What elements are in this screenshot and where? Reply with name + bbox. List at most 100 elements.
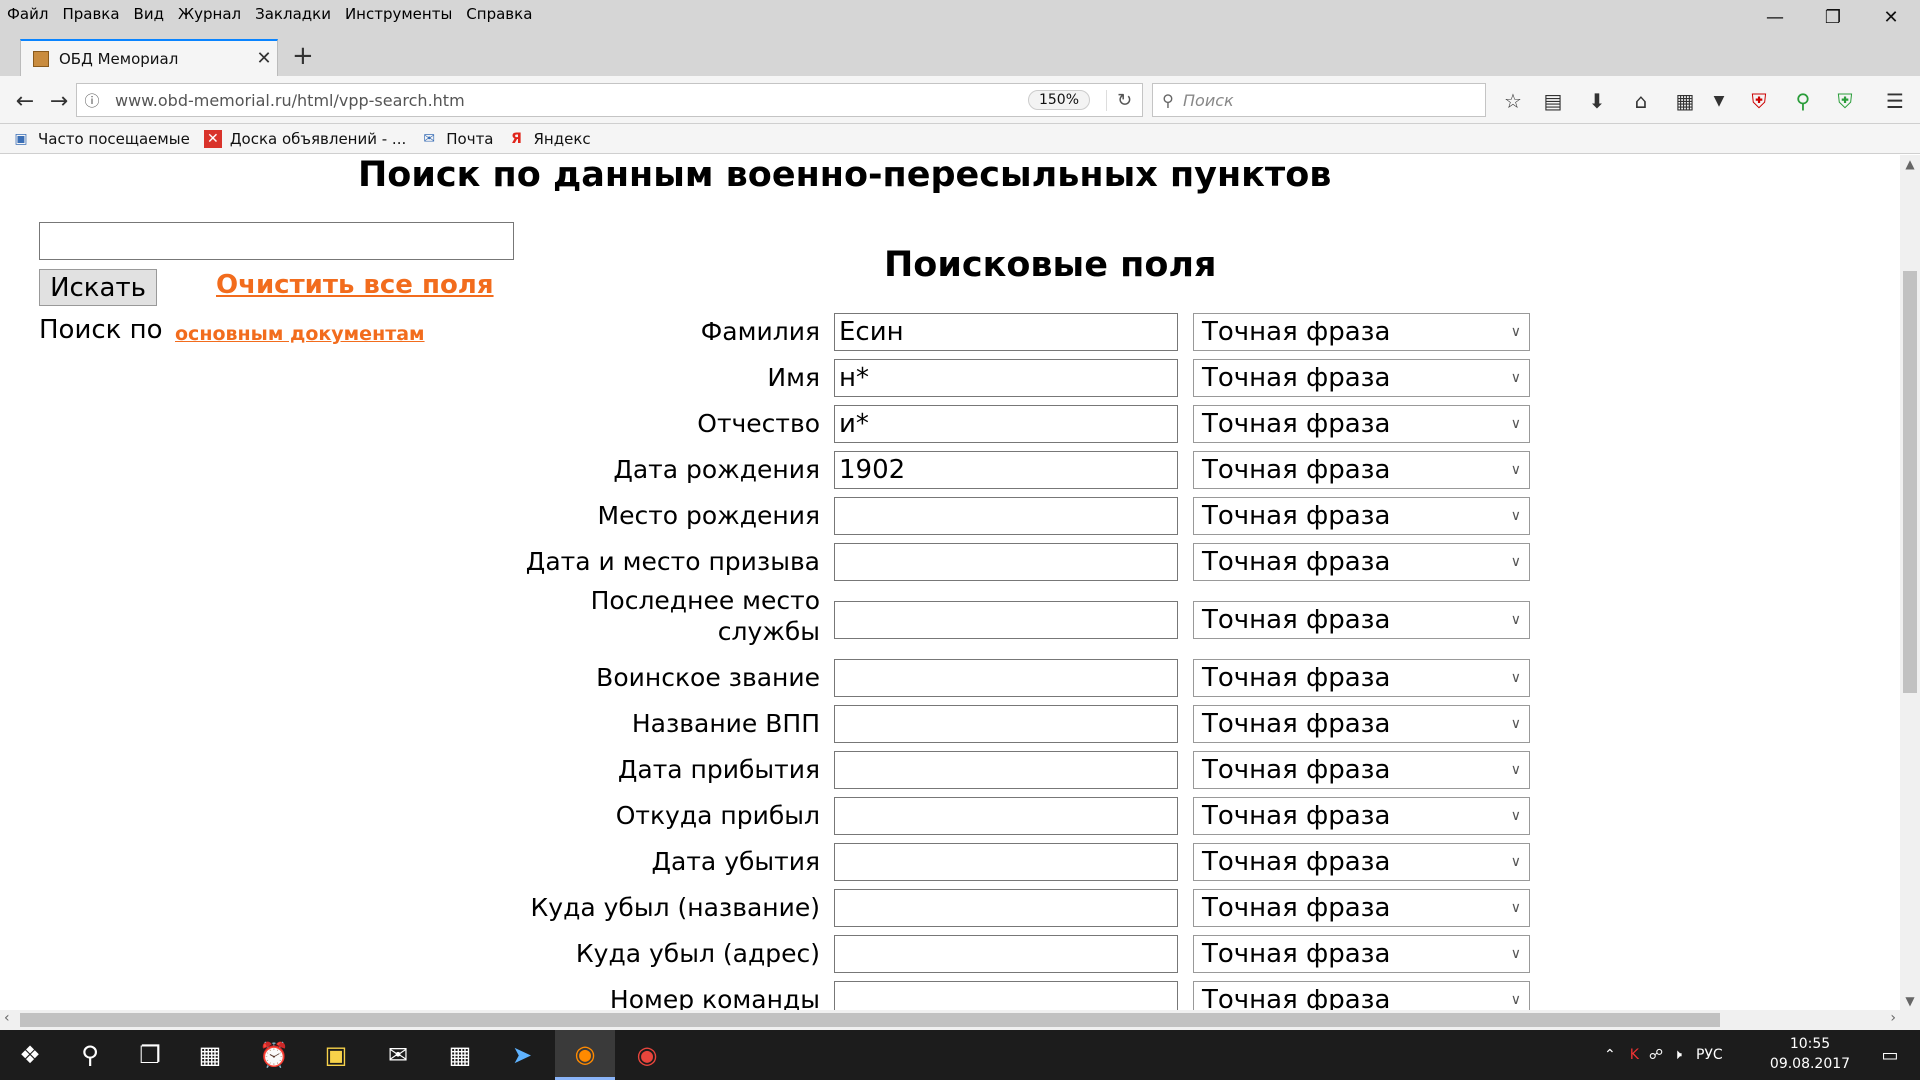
field-input[interactable] xyxy=(834,751,1178,789)
match-mode-select[interactable]: Точная фраза ∨ xyxy=(1193,659,1530,697)
field-input[interactable] xyxy=(834,659,1178,697)
menu-bookmarks[interactable]: Закладки xyxy=(248,5,338,23)
notifications-icon[interactable]: ▭ xyxy=(1860,1030,1920,1080)
field-input[interactable] xyxy=(834,543,1178,581)
menu-help[interactable]: Справка xyxy=(459,5,539,23)
language-indicator[interactable]: РУС xyxy=(1696,1047,1723,1063)
field-input[interactable]: н* xyxy=(834,359,1178,397)
match-mode-select[interactable]: Точная фраза ∨ xyxy=(1193,543,1530,581)
firefox-taskbar-icon[interactable]: ◉ xyxy=(555,1030,615,1080)
volume-icon[interactable]: 🕨 xyxy=(1673,1047,1682,1063)
close-tab-icon[interactable]: ✕ xyxy=(251,48,277,69)
menu-edit[interactable]: Правка xyxy=(55,5,126,23)
page-title: Поиск по данным военно-пересыльных пункт… xyxy=(358,155,1332,195)
sticky-notes-icon[interactable]: ▣ xyxy=(306,1030,366,1080)
address-bar[interactable]: ⓘ www.obd-memorial.ru/html/vpp-search.ht… xyxy=(76,83,1143,117)
match-mode-select[interactable]: Точная фраза ∨ xyxy=(1193,451,1530,489)
match-mode-select[interactable]: Точная фраза ∨ xyxy=(1193,981,1530,1010)
reading-list-icon[interactable]: ▤ xyxy=(1538,86,1568,116)
key-extension-icon[interactable]: ⚲ xyxy=(1788,86,1818,116)
clear-fields-link[interactable]: Очистить все поля xyxy=(216,270,494,300)
match-mode-select[interactable]: Точная фраза ∨ xyxy=(1193,313,1530,351)
search-button[interactable]: Искать xyxy=(39,269,157,306)
vertical-scrollbar[interactable]: ▲ ▼ xyxy=(1900,155,1920,1010)
field-input[interactable]: 1902 xyxy=(834,451,1178,489)
match-mode-select[interactable]: Точная фраза ∨ xyxy=(1193,751,1530,789)
horizontal-scroll-thumb[interactable] xyxy=(20,1013,1720,1027)
scroll-up-icon[interactable]: ▲ xyxy=(1900,157,1920,171)
download-icon[interactable]: ⬇ xyxy=(1582,86,1612,116)
ublock-shield-icon[interactable]: ⛨ xyxy=(1744,86,1774,116)
match-mode-select[interactable]: Точная фраза ∨ xyxy=(1193,935,1530,973)
tray-expand-icon[interactable]: ⌃ xyxy=(1604,1047,1616,1063)
alarm-clock-icon[interactable]: ⏰ xyxy=(244,1030,304,1080)
security-shield-icon[interactable]: ⛨ xyxy=(1830,86,1860,116)
back-arrow-icon[interactable]: ← xyxy=(10,86,40,116)
bookmark-label: Яндекс xyxy=(533,129,591,148)
telegram-icon[interactable]: ➤ xyxy=(492,1030,552,1080)
bookmark-star-icon[interactable]: ☆ xyxy=(1498,86,1528,116)
menu-tools[interactable]: Инструменты xyxy=(338,5,459,23)
field-input[interactable] xyxy=(834,705,1178,743)
extension-dropdown-icon[interactable]: ▼ xyxy=(1704,86,1734,116)
field-input[interactable] xyxy=(834,497,1178,535)
scroll-right-icon[interactable]: › xyxy=(1890,1010,1896,1026)
field-input[interactable] xyxy=(834,601,1178,639)
match-mode-select[interactable]: Точная фраза ∨ xyxy=(1193,889,1530,927)
vertical-scroll-thumb[interactable] xyxy=(1903,271,1917,693)
forward-arrow-icon[interactable]: → xyxy=(44,86,74,116)
home-icon[interactable]: ⌂ xyxy=(1626,86,1656,116)
menu-history[interactable]: Журнал xyxy=(171,5,248,23)
url-text[interactable]: www.obd-memorial.ru/html/vpp-search.htm xyxy=(107,91,1028,110)
zoom-level-badge[interactable]: 150% xyxy=(1027,90,1090,110)
match-mode-select[interactable]: Точная фраза ∨ xyxy=(1193,405,1530,443)
field-input[interactable] xyxy=(834,935,1178,973)
scroll-down-icon[interactable]: ▼ xyxy=(1900,994,1920,1008)
bookmark-board[interactable]: ✕ Доска объявлений - ... xyxy=(203,129,406,148)
cortana-search-icon[interactable]: ⚲ xyxy=(60,1030,120,1080)
new-tab-button[interactable]: + xyxy=(292,41,314,71)
field-input[interactable] xyxy=(834,889,1178,927)
scroll-left-icon[interactable]: ‹ xyxy=(4,1010,10,1026)
field-label: Последнее место службы xyxy=(590,586,820,646)
horizontal-scrollbar[interactable]: ‹ › xyxy=(0,1010,1900,1030)
field-input[interactable]: Есин xyxy=(834,313,1178,351)
match-mode-value: Точная фраза xyxy=(1202,847,1391,877)
field-input[interactable]: и* xyxy=(834,405,1178,443)
match-mode-select[interactable]: Точная фраза ∨ xyxy=(1193,705,1530,743)
bookmark-mail[interactable]: ✉ Почта xyxy=(420,130,493,148)
kaspersky-icon[interactable]: K xyxy=(1630,1047,1639,1063)
extension-grid-icon[interactable]: ▦ xyxy=(1670,86,1700,116)
match-mode-select[interactable]: Точная фраза ∨ xyxy=(1193,797,1530,835)
menu-view[interactable]: Вид xyxy=(127,5,171,23)
hamburger-menu-icon[interactable]: ☰ xyxy=(1880,86,1910,116)
quick-search-input[interactable] xyxy=(39,222,514,260)
field-input[interactable] xyxy=(834,843,1178,881)
reload-icon[interactable]: ↻ xyxy=(1106,89,1142,111)
main-documents-link[interactable]: основным документам xyxy=(175,323,425,345)
bookmark-most-visited[interactable]: ▣ Часто посещаемые xyxy=(12,130,189,148)
bookmark-yandex[interactable]: Я Яндекс xyxy=(508,130,591,148)
search-input[interactable]: ⚲ Поиск xyxy=(1152,83,1486,117)
task-view-icon[interactable]: ❐ xyxy=(120,1030,180,1080)
field-input[interactable] xyxy=(834,797,1178,835)
system-clock[interactable]: 10:55 09.08.2017 xyxy=(1765,1034,1855,1074)
mail-app-icon[interactable]: ✉ xyxy=(368,1030,428,1080)
match-mode-select[interactable]: Точная фраза ∨ xyxy=(1193,601,1530,639)
network-icon[interactable]: ☍ xyxy=(1649,1047,1663,1063)
site-info-icon[interactable]: ⓘ xyxy=(77,90,107,111)
field-label: Номер команды xyxy=(609,985,820,1010)
calculator-icon[interactable]: ▦ xyxy=(430,1030,490,1080)
search-field-row: Название ВПП Точная фраза ∨ xyxy=(500,705,1540,743)
match-mode-value: Точная фраза xyxy=(1202,455,1391,485)
field-input[interactable] xyxy=(834,981,1178,1010)
match-mode-select[interactable]: Точная фраза ∨ xyxy=(1193,359,1530,397)
start-windows-icon[interactable]: ❖ xyxy=(0,1030,60,1080)
clock-date: 09.08.2017 xyxy=(1769,1056,1851,1072)
match-mode-select[interactable]: Точная фраза ∨ xyxy=(1193,497,1530,535)
store-icon[interactable]: ▦ xyxy=(180,1030,240,1080)
menu-file[interactable]: Файл xyxy=(0,5,55,23)
browser-tab[interactable]: ОБД Мемориал ✕ xyxy=(20,39,278,76)
chrome-taskbar-icon[interactable]: ◉ xyxy=(617,1030,677,1080)
match-mode-select[interactable]: Точная фраза ∨ xyxy=(1193,843,1530,881)
